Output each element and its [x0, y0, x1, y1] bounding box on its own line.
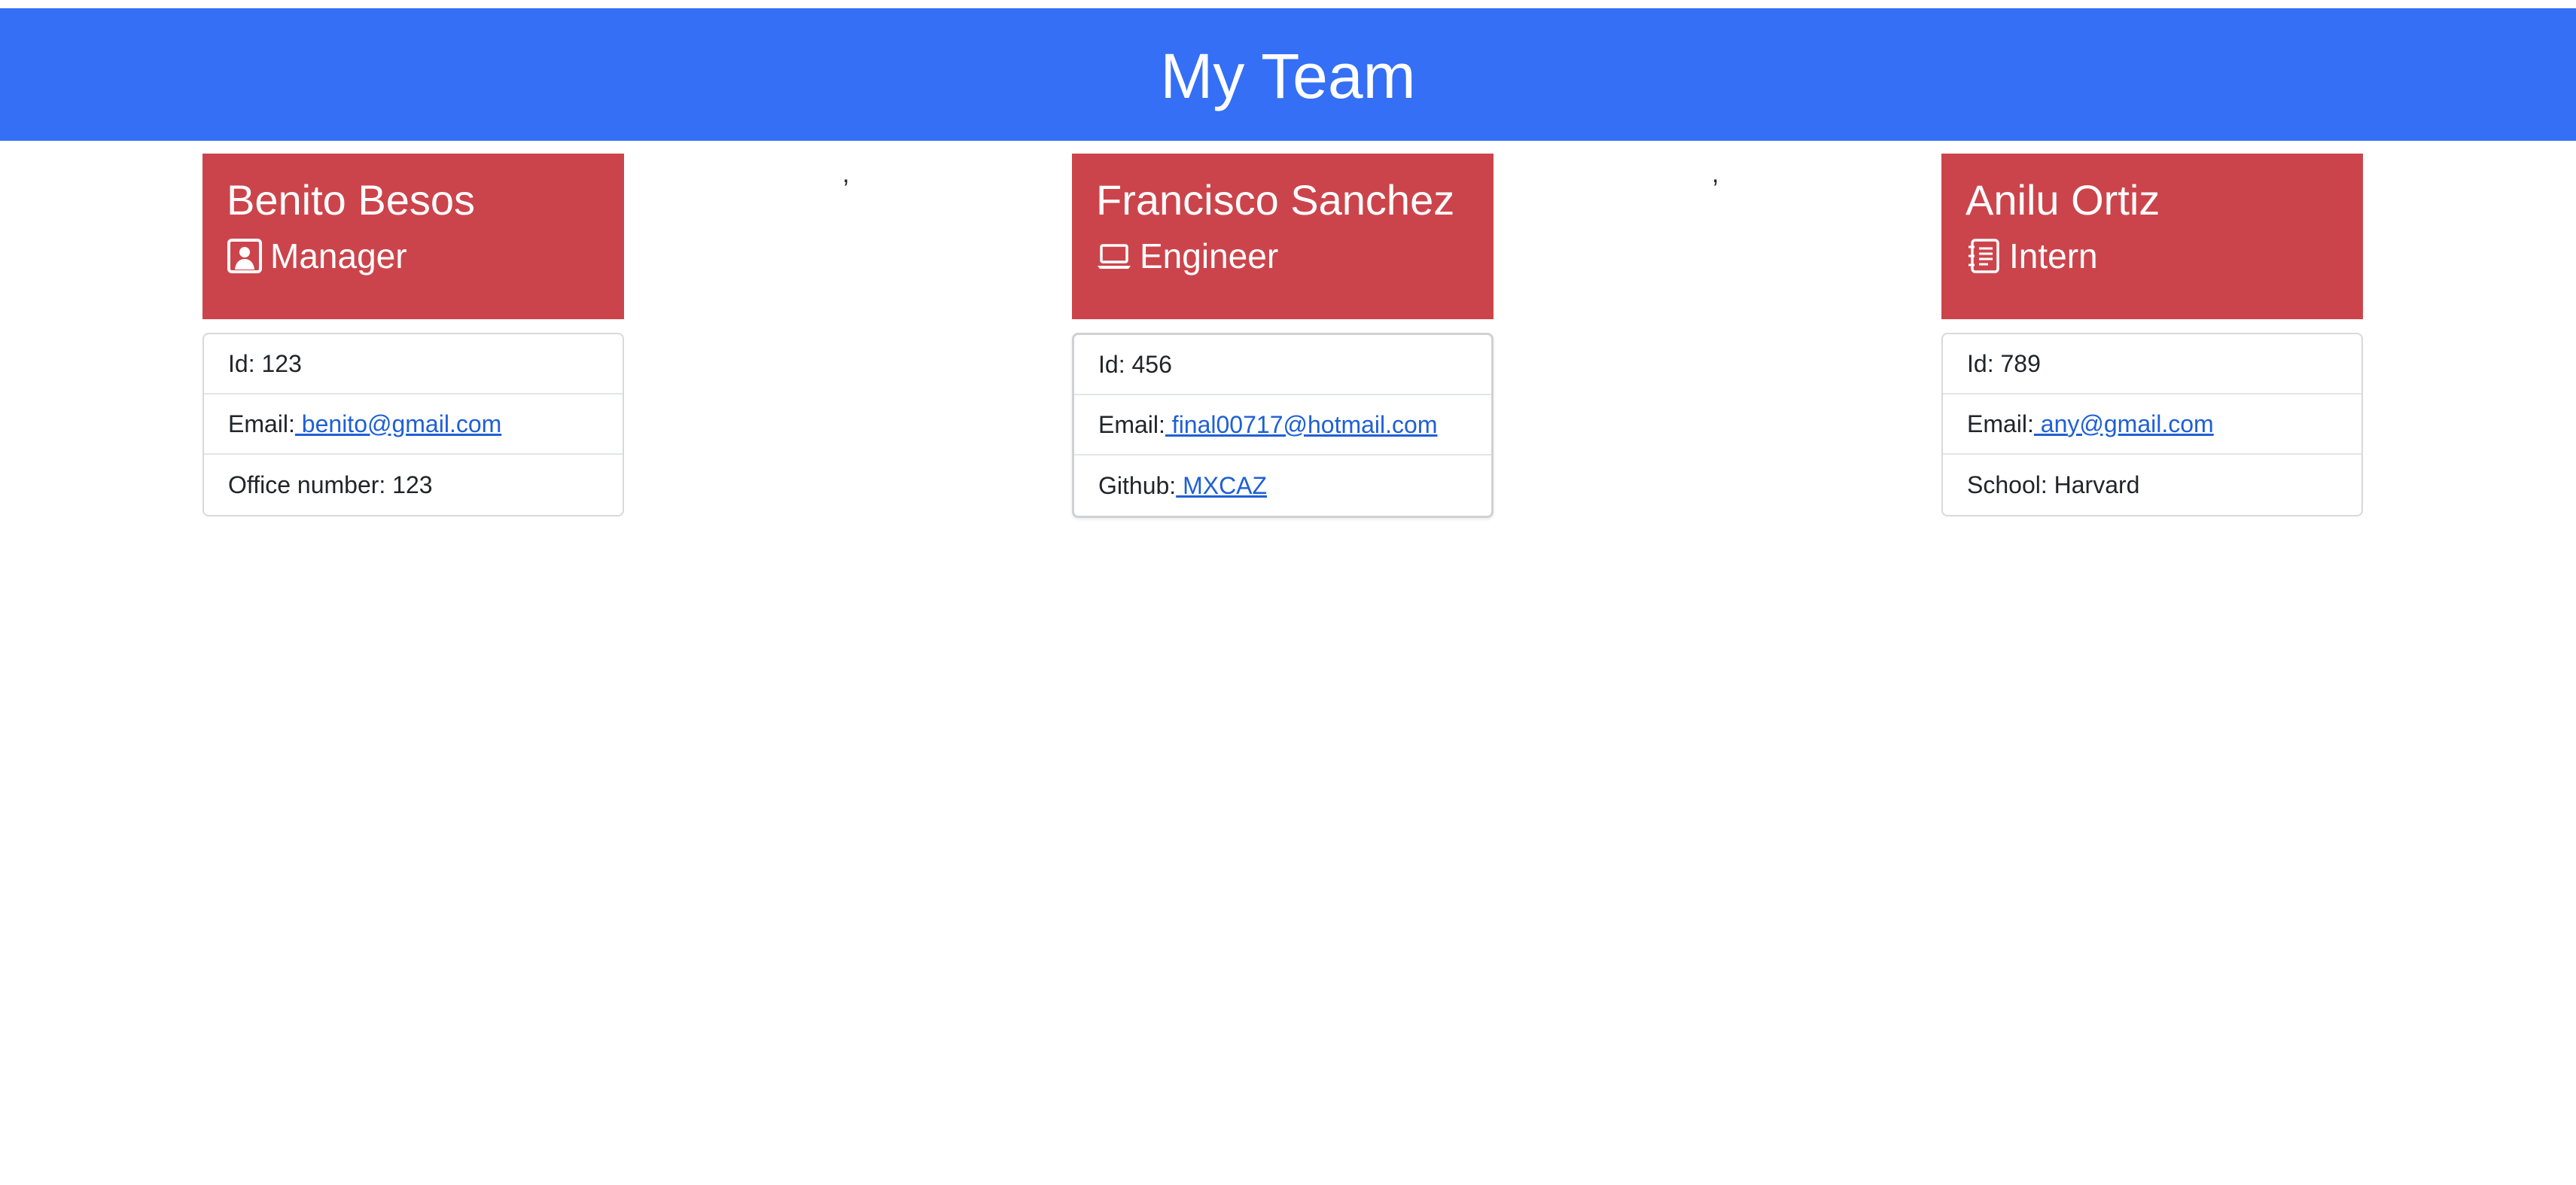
github-link[interactable]: MXCAZ [1176, 472, 1267, 500]
role-label: Manager [270, 236, 407, 276]
email-label: Email: [228, 410, 295, 437]
school-row: School: Harvard [1943, 455, 2361, 515]
laptop-icon [1096, 238, 1132, 274]
separator-comma: , [842, 160, 850, 188]
card-details: Id: 456 Email: final00717@hotmail.com Gi… [1072, 333, 1494, 518]
id-text: Id: 789 [1967, 349, 2041, 377]
role-label: Intern [2009, 236, 2098, 276]
github-label: Github: [1098, 471, 1177, 499]
school-text: School: Harvard [1967, 471, 2140, 498]
employee-role: Intern [1965, 235, 2363, 277]
employee-card-engineer: Francisco Sanchez Engineer Id: 456 Email… [1072, 154, 1494, 518]
id-row: Id: 123 [204, 334, 623, 394]
id-text: Id: 123 [228, 349, 302, 377]
email-label: Email: [1967, 410, 2034, 437]
office-number-row: Office number: 123 [204, 455, 623, 515]
id-text: Id: 456 [1098, 350, 1172, 378]
employee-name: Francisco Sanchez [1096, 176, 1455, 224]
card-details: Id: 123 Email: benito@gmail.com Office n… [202, 333, 624, 516]
email-row: Email: final00717@hotmail.com [1074, 395, 1491, 455]
employee-role: Manager [227, 235, 624, 277]
email-link[interactable]: any@gmail.com [2034, 410, 2214, 438]
employee-name: Benito Besos [227, 176, 475, 224]
separator-comma: , [1712, 160, 1719, 188]
email-link[interactable]: final00717@hotmail.com [1165, 411, 1438, 439]
notebook-icon [1965, 238, 2002, 274]
card-details: Id: 789 Email: any@gmail.com School: Har… [1941, 333, 2363, 516]
role-label: Engineer [1140, 236, 1279, 276]
card-header: Anilu Ortiz Intern [1941, 154, 2363, 319]
employee-card-manager: Benito Besos Manager Id: 123 Email: beni… [202, 154, 624, 516]
email-link[interactable]: benito@gmail.com [295, 410, 501, 438]
employee-card-intern: Anilu Ortiz Intern Id: 789 Email: any@gm… [1941, 154, 2363, 516]
email-row: Email: any@gmail.com [1943, 394, 2361, 455]
id-row: Id: 789 [1943, 334, 2361, 394]
office-number-text: Office number: 123 [228, 471, 433, 498]
person-badge-icon [227, 238, 263, 274]
employee-role: Engineer [1096, 235, 1494, 277]
page-header: My Team [0, 8, 2576, 141]
page-title: My Team [1160, 40, 1416, 111]
employee-name: Anilu Ortiz [1965, 176, 2160, 224]
github-row: Github: MXCAZ [1074, 455, 1491, 516]
email-row: Email: benito@gmail.com [204, 394, 623, 455]
email-label: Email: [1098, 410, 1165, 438]
id-row: Id: 456 [1074, 335, 1491, 395]
card-header: Francisco Sanchez Engineer [1072, 154, 1494, 319]
card-header: Benito Besos Manager [202, 154, 624, 319]
top-strip [0, 0, 2576, 8]
